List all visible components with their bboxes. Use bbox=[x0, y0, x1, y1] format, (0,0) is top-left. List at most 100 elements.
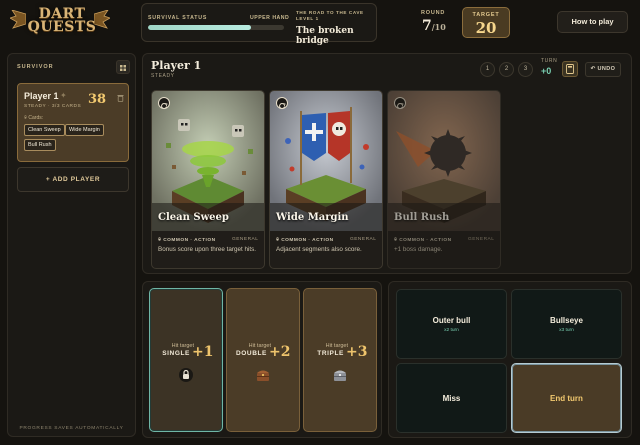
action-label: Miss bbox=[442, 394, 461, 403]
cards-label-text: Cards: bbox=[28, 115, 44, 121]
clean-sweep-art bbox=[152, 91, 264, 231]
logo-wing-left-icon bbox=[10, 10, 26, 29]
grid-icon bbox=[120, 65, 126, 71]
refresh-icon bbox=[161, 103, 168, 110]
level-title: The broken bridge bbox=[296, 26, 354, 46]
hit-multiplier: +3 bbox=[346, 344, 368, 360]
card-clean-sweep[interactable]: Clean Sweep ⌾ COMMON · ACTION GENERAL Bo… bbox=[151, 90, 265, 269]
calculator-button[interactable] bbox=[562, 61, 578, 77]
calculator-icon bbox=[566, 64, 574, 74]
refresh-icon bbox=[397, 103, 404, 110]
card-title: Bull Rush bbox=[394, 212, 450, 223]
cards-label: ⌾ Cards: bbox=[24, 115, 43, 121]
turn-score: +0 bbox=[541, 66, 552, 76]
miss-button[interactable]: Miss bbox=[396, 363, 507, 433]
hit-target-panel: Hit target SINGLE +1 Hit target DOUBLE +… bbox=[142, 281, 382, 438]
survivor-sidebar: SURVIVOR Player 1 ✦ STEADY · 3/3 CARDS 3… bbox=[7, 53, 136, 437]
autosave-note: PROGRESS SAVES AUTOMATICALLY bbox=[19, 426, 124, 431]
card-refresh-badge bbox=[276, 97, 288, 110]
trash-icon[interactable] bbox=[117, 94, 124, 102]
card-bull-rush[interactable]: Bull Rush ⌾ COMMON · ACTION GENERAL +1 b… bbox=[387, 90, 501, 269]
card-wide-margin[interactable]: Wide Margin ⌾ COMMON · ACTION GENERAL Ad… bbox=[269, 90, 383, 269]
bull-rush-art bbox=[388, 91, 500, 231]
hit-prefix: Hit target bbox=[325, 343, 348, 349]
player-card[interactable]: Player 1 ✦ STEADY · 3/3 CARDS 38 ⌾ Cards… bbox=[17, 83, 129, 162]
hit-prefix: Hit target bbox=[171, 343, 194, 349]
hit-single-button[interactable]: Hit target SINGLE +1 bbox=[149, 288, 223, 432]
card-title: Clean Sweep bbox=[158, 212, 229, 223]
add-player-button[interactable]: + ADD PLAYER bbox=[17, 167, 129, 192]
silver-chest-icon bbox=[334, 370, 346, 381]
wide-margin-art bbox=[270, 91, 382, 231]
page-3-button[interactable]: 3 bbox=[518, 62, 533, 77]
card-category: GENERAL bbox=[232, 237, 259, 242]
road-label-line-2: LEVEL 1 bbox=[296, 16, 319, 21]
how-to-play-button[interactable]: How to play bbox=[557, 11, 628, 33]
card-refresh-badge bbox=[158, 97, 170, 110]
card-kind-text: COMMON · ACTION bbox=[399, 238, 452, 243]
action-panel: Outer bull x2 turn Bullseye x3 turn Miss… bbox=[388, 281, 632, 438]
cards-icon: ⌾ bbox=[24, 115, 28, 121]
card-description: Adjacent segments also score. bbox=[276, 246, 362, 253]
card-description: Bonus score upon three target hits. bbox=[158, 246, 257, 253]
card-kind-text: COMMON · ACTION bbox=[163, 238, 216, 243]
round-label: ROUND bbox=[421, 10, 446, 16]
hit-multiplier: +1 bbox=[192, 344, 214, 360]
grid-view-button[interactable] bbox=[116, 60, 130, 74]
game-logo: DART QUESTS bbox=[10, 6, 110, 38]
card-title: Wide Margin bbox=[276, 212, 349, 223]
card-kind-text: COMMON · ACTION bbox=[281, 238, 334, 243]
target-value: 20 bbox=[475, 19, 497, 37]
round-current: 7 bbox=[422, 18, 432, 34]
card-description: +1 boss damage. bbox=[394, 246, 443, 253]
action-label: Bullseye bbox=[550, 316, 583, 325]
logo-line-2: QUESTS bbox=[27, 19, 97, 35]
card-refresh-badge bbox=[394, 97, 406, 110]
survival-progress-fill bbox=[148, 25, 252, 30]
card-kind: ⌾ COMMON · ACTION bbox=[158, 237, 216, 243]
survival-status-label: SURVIVAL STATUS bbox=[148, 15, 208, 21]
player-subtitle: STEADY · 3/3 CARDS bbox=[24, 104, 82, 109]
action-label: Outer bull bbox=[432, 316, 471, 325]
bullseye-button[interactable]: Bullseye x3 turn bbox=[511, 289, 622, 359]
hit-type: SINGLE bbox=[162, 350, 190, 357]
card-category: GENERAL bbox=[468, 237, 495, 242]
page-1-button[interactable]: 1 bbox=[480, 62, 495, 77]
survival-status-panel: SURVIVAL STATUS UPPER HAND THE ROAD TO T… bbox=[141, 3, 377, 46]
hit-multiplier: +2 bbox=[269, 344, 291, 360]
card-chip-wide-margin[interactable]: Wide Margin bbox=[65, 124, 104, 136]
card-category: GENERAL bbox=[350, 237, 377, 242]
active-player-style: STEADY bbox=[151, 73, 175, 79]
hit-type: DOUBLE bbox=[235, 350, 267, 357]
chest-icon bbox=[257, 370, 269, 381]
player-name: Player 1 bbox=[24, 91, 59, 101]
hit-prefix: Hit target bbox=[248, 343, 271, 349]
player-score: 38 bbox=[88, 92, 107, 107]
target-label: TARGET bbox=[472, 12, 500, 18]
survival-progress-bar bbox=[148, 25, 284, 30]
card-kind: ⌾ COMMON · ACTION bbox=[276, 237, 334, 243]
refresh-icon bbox=[279, 103, 286, 110]
player-panel: Player 1 STEADY 1 2 3 TURN +0 ↶ UNDO Cle… bbox=[142, 53, 632, 274]
end-turn-button[interactable]: End turn bbox=[511, 363, 622, 433]
action-sublabel: x2 turn bbox=[444, 328, 459, 333]
hit-type: TRIPLE bbox=[317, 350, 344, 357]
hit-double-button[interactable]: Hit target DOUBLE +2 bbox=[226, 288, 300, 432]
action-sublabel: x3 turn bbox=[559, 328, 574, 333]
turn-label: TURN bbox=[541, 58, 558, 64]
action-label: End turn bbox=[550, 394, 583, 403]
road-label: THE ROAD TO THE CAVE LEVEL 1 bbox=[296, 10, 364, 22]
card-chip-clean-sweep[interactable]: Clean Sweep bbox=[24, 124, 65, 136]
survival-status-value: UPPER HAND bbox=[250, 15, 290, 21]
target-panel: TARGET 20 bbox=[462, 7, 510, 38]
undo-button[interactable]: ↶ UNDO bbox=[585, 62, 621, 77]
active-player-name: Player 1 bbox=[151, 59, 202, 72]
hit-triple-button[interactable]: Hit target TRIPLE +3 bbox=[303, 288, 377, 432]
page-2-button[interactable]: 2 bbox=[499, 62, 514, 77]
outer-bull-button[interactable]: Outer bull x2 turn bbox=[396, 289, 507, 359]
card-chip-bull-rush[interactable]: Bull Rush bbox=[24, 139, 56, 151]
sidebar-title: SURVIVOR bbox=[17, 64, 54, 70]
star-icon[interactable]: ✦ bbox=[60, 91, 67, 100]
round-counter: 7/10 bbox=[422, 18, 446, 34]
card-kind: ⌾ COMMON · ACTION bbox=[394, 237, 452, 243]
